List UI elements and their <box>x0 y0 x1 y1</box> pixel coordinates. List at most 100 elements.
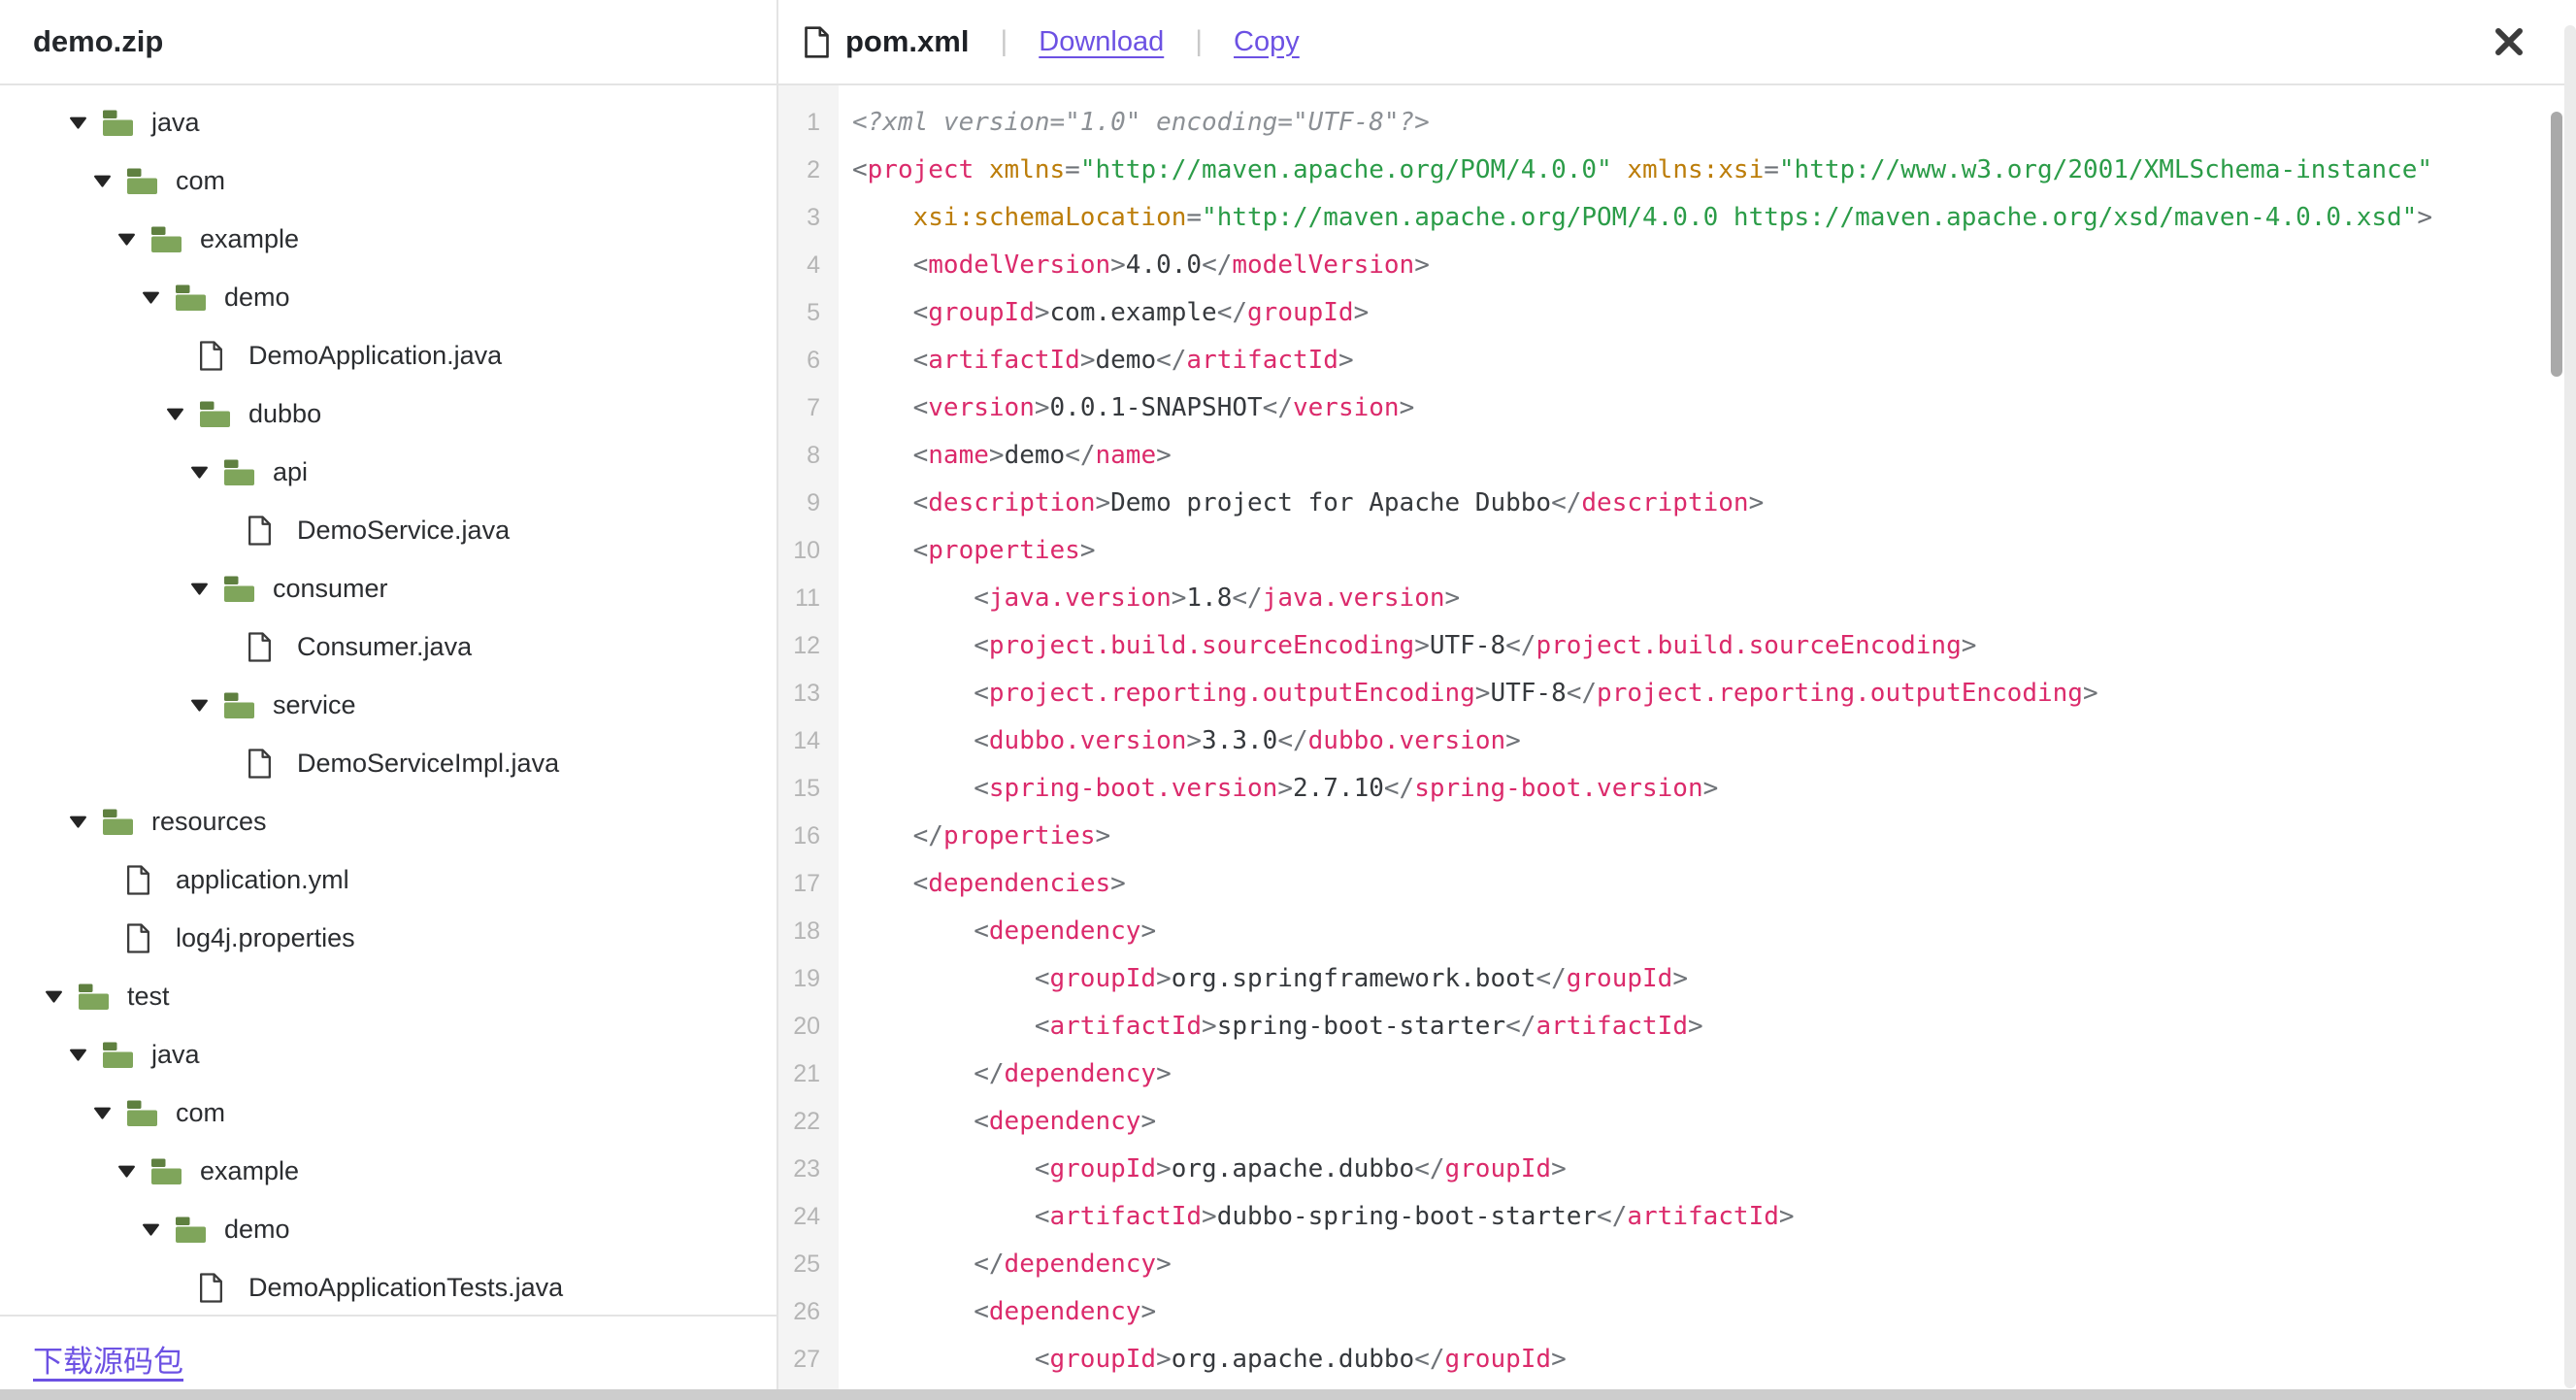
tree-item-label: example <box>200 223 300 253</box>
code-line: <name>demo</name> <box>912 441 1172 470</box>
expand-toggle[interactable] <box>142 291 175 304</box>
caret-down-icon <box>70 117 86 129</box>
tree-item-application-yml[interactable]: application.yml <box>0 850 776 909</box>
tree-item-demoapplicationtests-java[interactable]: DemoApplicationTests.java <box>0 1258 776 1315</box>
folder-icon-wrap <box>175 1216 210 1244</box>
folder-icon-wrap <box>102 109 137 137</box>
folder-icon-wrap <box>223 691 258 719</box>
code-line: <dependency> <box>974 917 1157 946</box>
caret-down-icon <box>191 583 208 595</box>
expand-toggle[interactable] <box>190 466 223 479</box>
folder-icon-wrap <box>175 283 210 312</box>
expand-toggle[interactable] <box>190 699 223 712</box>
folder-icon-wrap <box>126 1099 161 1127</box>
close-button[interactable] <box>2487 19 2531 64</box>
expand-toggle[interactable] <box>69 117 102 129</box>
code-line: <project.reporting.outputEncoding>UTF-8<… <box>974 679 2098 708</box>
expand-toggle[interactable] <box>69 816 102 828</box>
caret-down-icon <box>70 1049 86 1061</box>
folder-icon-wrap <box>150 1157 185 1185</box>
folder-icon <box>224 459 254 485</box>
tree-item-label: java <box>151 1039 200 1069</box>
expand-toggle[interactable] <box>117 1165 150 1178</box>
folder-icon-wrap <box>199 400 234 428</box>
code-line: <groupId>org.springframework.boot</group… <box>1034 964 1688 993</box>
tree-item-demoserviceimpl-java[interactable]: DemoServiceImpl.java <box>0 734 776 792</box>
horizontal-scrollbar[interactable] <box>0 1389 2576 1400</box>
tree-item-demo[interactable]: demo <box>0 1200 776 1258</box>
file-icon <box>127 864 149 895</box>
expand-toggle[interactable] <box>117 233 150 246</box>
caret-down-icon <box>118 233 135 246</box>
line-number: 13 <box>793 680 820 707</box>
page-vertical-scrollbar[interactable] <box>2564 25 2576 1388</box>
tree-item-service[interactable]: service <box>0 676 776 734</box>
tree-item-demo[interactable]: demo <box>0 268 776 326</box>
line-number: 9 <box>807 489 820 517</box>
line-number: 27 <box>793 1346 820 1373</box>
tree-item-label: DemoService.java <box>297 515 511 545</box>
file-icon-wrap <box>248 515 282 546</box>
tree-item-api[interactable]: api <box>0 443 776 501</box>
expand-toggle[interactable] <box>93 1107 126 1119</box>
tree-item-consumer[interactable]: consumer <box>0 559 776 617</box>
tree-item-com[interactable]: com <box>0 1083 776 1142</box>
code-line: <modelVersion>4.0.0</modelVersion> <box>912 250 1430 280</box>
expand-toggle[interactable] <box>142 1223 175 1236</box>
code-line: <description>Demo project for Apache Dub… <box>912 488 1765 517</box>
code-vertical-scrollbar-thumb[interactable] <box>2551 112 2562 377</box>
tree-item-java[interactable]: java <box>0 1025 776 1083</box>
close-icon <box>2495 28 2523 55</box>
tree-item-example[interactable]: example <box>0 1142 776 1200</box>
line-number: 3 <box>807 204 820 231</box>
code-line: xsi:schemaLocation="http://maven.apache.… <box>912 203 2432 232</box>
tree-item-dubbo[interactable]: dubbo <box>0 384 776 443</box>
folder-icon <box>151 1158 182 1184</box>
tree-item-demoservice-java[interactable]: DemoService.java <box>0 501 776 559</box>
expand-toggle[interactable] <box>166 408 199 420</box>
folder-icon-wrap <box>102 1041 137 1069</box>
tree-item-resources[interactable]: resources <box>0 792 776 850</box>
tree-item-test[interactable]: test <box>0 967 776 1025</box>
tree-item-label: demo <box>224 282 290 312</box>
tree-item-label: resources <box>151 806 267 836</box>
caret-down-icon <box>191 699 208 712</box>
copy-file-link[interactable]: Copy <box>1234 26 1300 58</box>
tree-item-log4j-properties[interactable]: log4j.properties <box>0 909 776 967</box>
header: demo.zip pom.xml | Download | Copy <box>0 0 2576 85</box>
caret-down-icon <box>191 466 208 479</box>
line-number: 2 <box>807 156 820 183</box>
expand-toggle[interactable] <box>45 990 78 1003</box>
tree-item-demoapplication-java[interactable]: DemoApplication.java <box>0 326 776 384</box>
main-area: java com example demo DemoApplication.java du… <box>0 85 2576 1400</box>
folder-icon <box>79 983 109 1010</box>
line-number: 23 <box>793 1155 820 1183</box>
line-number: 20 <box>793 1013 820 1040</box>
open-file-name: pom.xml <box>845 24 970 58</box>
tree-item-consumer-java[interactable]: Consumer.java <box>0 617 776 676</box>
folder-icon <box>127 1100 157 1126</box>
folder-icon-wrap <box>223 575 258 603</box>
expand-toggle[interactable] <box>93 175 126 187</box>
archive-viewer-window: demo.zip pom.xml | Download | Copy java c… <box>0 0 2576 1400</box>
tree-item-com[interactable]: com <box>0 151 776 210</box>
tree-item-example[interactable]: example <box>0 210 776 268</box>
file-tree: java com example demo DemoApplication.java du… <box>0 85 776 1315</box>
tree-item-label: dubbo <box>248 398 322 428</box>
file-icon-wrap <box>248 748 282 779</box>
download-file-link[interactable]: Download <box>1039 26 1164 58</box>
line-number: 26 <box>793 1298 820 1325</box>
expand-toggle[interactable] <box>69 1049 102 1061</box>
code-line: </dependency> <box>974 1250 1172 1279</box>
archive-header: demo.zip <box>0 0 778 83</box>
file-icon <box>248 631 271 662</box>
expand-toggle[interactable] <box>190 583 223 595</box>
file-icon <box>200 340 222 371</box>
code-line: <dubbo.version>3.3.0</dubbo.version> <box>974 726 1521 755</box>
caret-down-icon <box>94 175 111 187</box>
download-source-link[interactable]: 下载源码包 <box>33 1337 183 1381</box>
line-number: 6 <box>807 347 820 374</box>
tree-item-java[interactable]: java <box>0 93 776 151</box>
folder-icon-wrap <box>102 808 137 836</box>
line-number: 17 <box>793 870 820 897</box>
